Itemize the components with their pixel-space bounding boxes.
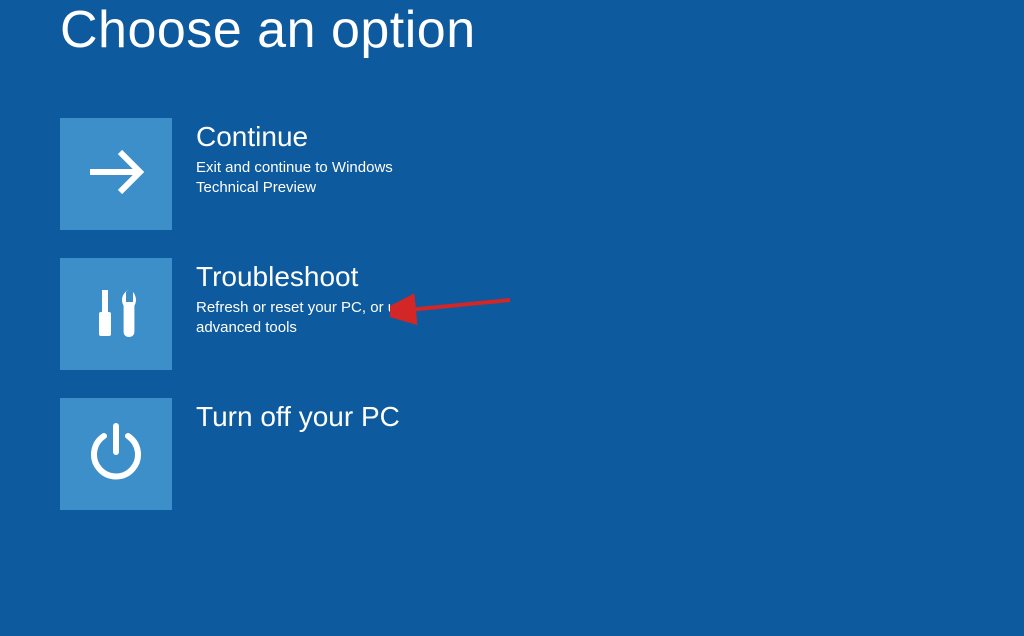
option-troubleshoot[interactable]: Troubleshoot Refresh or reset your PC, o… — [60, 258, 500, 370]
continue-description: Exit and continue to Windows Technical P… — [196, 158, 452, 199]
turnoff-text: Turn off your PC — [172, 398, 400, 438]
troubleshoot-title: Troubleshoot — [196, 260, 452, 294]
troubleshoot-description: Refresh or reset your PC, or use advance… — [196, 298, 452, 339]
continue-title: Continue — [196, 120, 452, 154]
continue-tile — [60, 118, 172, 230]
option-continue[interactable]: Continue Exit and continue to Windows Te… — [60, 118, 500, 230]
continue-text: Continue Exit and continue to Windows Te… — [172, 118, 452, 198]
option-turnoff[interactable]: Turn off your PC — [60, 398, 500, 510]
troubleshoot-text: Troubleshoot Refresh or reset your PC, o… — [172, 258, 452, 338]
troubleshoot-tile — [60, 258, 172, 370]
options-list: Continue Exit and continue to Windows Te… — [0, 60, 1024, 510]
page-title: Choose an option — [0, 0, 1024, 60]
tools-icon — [80, 276, 152, 353]
turnoff-title: Turn off your PC — [196, 400, 400, 434]
arrow-right-icon — [80, 136, 152, 213]
turnoff-tile — [60, 398, 172, 510]
power-icon — [80, 416, 152, 493]
